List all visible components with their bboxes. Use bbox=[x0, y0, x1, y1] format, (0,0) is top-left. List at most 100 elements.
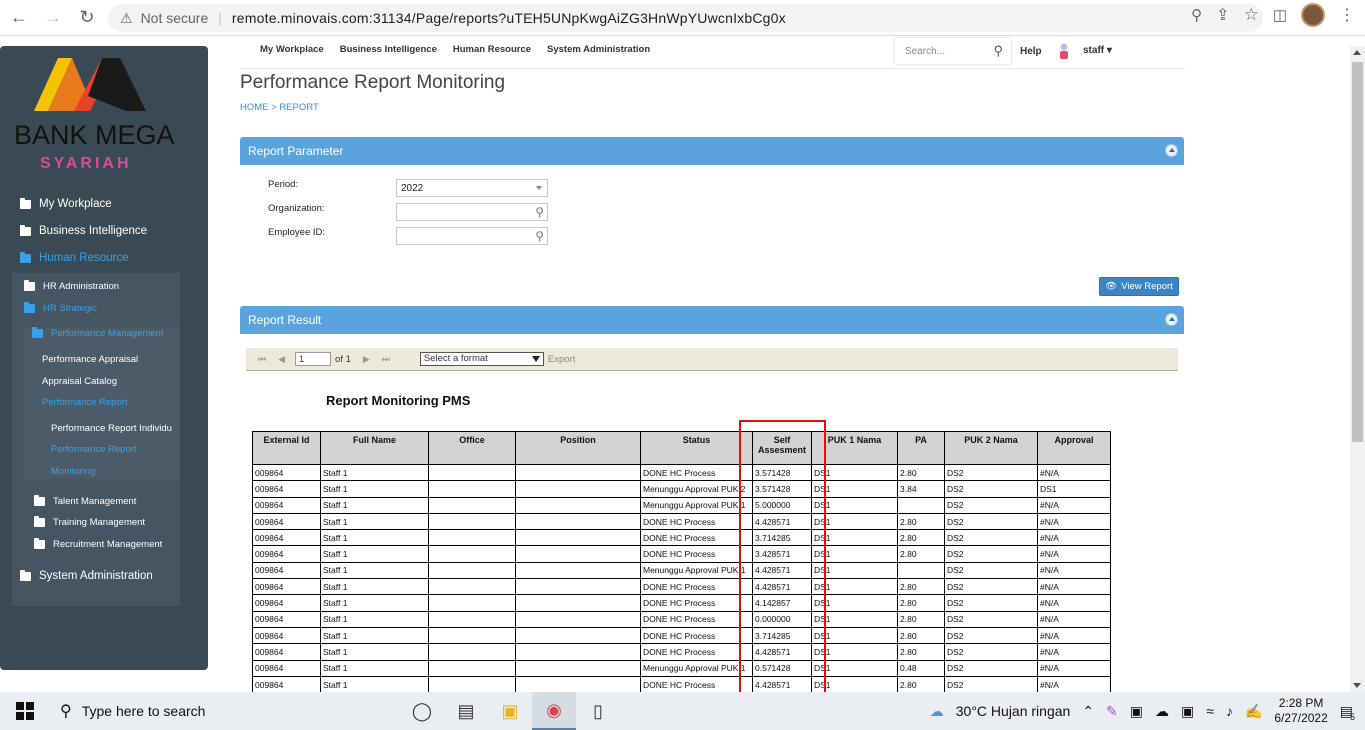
table-cell bbox=[428, 578, 516, 596]
scroll-down-icon[interactable] bbox=[1353, 683, 1361, 688]
table-row: 009864 Staff 1 Menunggu Approval PUK 1 0.57… bbox=[252, 659, 1111, 677]
forward-icon[interactable]: → bbox=[38, 3, 68, 33]
notepad-icon[interactable]: ▯ bbox=[576, 692, 620, 730]
sidebar-item-human-resource[interactable]: Human Resource bbox=[20, 251, 129, 264]
topnav-business-intelligence[interactable]: Business Intelligence bbox=[340, 44, 437, 55]
lookup-icon[interactable]: ⚲ bbox=[535, 205, 544, 219]
collapse-icon[interactable] bbox=[1165, 144, 1178, 157]
scroll-thumb[interactable] bbox=[1352, 62, 1363, 442]
sidebar-item-label: My Workplace bbox=[39, 198, 112, 210]
search-icon[interactable]: ⚲ bbox=[993, 43, 1003, 59]
next-page-icon[interactable]: ▶ bbox=[363, 354, 370, 365]
profile-avatar[interactable] bbox=[1301, 3, 1325, 27]
back-icon[interactable]: ← bbox=[4, 3, 34, 33]
report-toolbar: ⏮ ◀ 1 of 1 ▶ ⏭ Select a format Export bbox=[246, 348, 1178, 371]
organization-field[interactable]: ⚲ bbox=[396, 203, 548, 221]
topnav-system-administration[interactable]: System Administration bbox=[547, 44, 650, 55]
sidebar-item-performance-management[interactable]: Performance Management bbox=[32, 327, 163, 339]
sidebar-item-appraisal-catalog[interactable]: Appraisal Catalog bbox=[42, 376, 117, 387]
address-bar[interactable]: ⚠ Not secure | remote.minovais.com:31134… bbox=[108, 4, 1263, 32]
wifi-icon[interactable]: ≈ bbox=[1206, 703, 1214, 719]
sidebar-item-recruitment-management[interactable]: Recruitment Management bbox=[34, 538, 162, 550]
prev-page-icon[interactable]: ◀ bbox=[278, 354, 285, 365]
table-cell bbox=[897, 561, 945, 580]
zoom-icon[interactable]: ⚲ bbox=[1191, 6, 1202, 24]
side-panel-icon[interactable]: ◫ bbox=[1273, 6, 1287, 24]
breadcrumb[interactable]: HOME > REPORT bbox=[240, 102, 319, 113]
table-cell: 2.80 bbox=[897, 643, 945, 661]
table-cell: 009864 bbox=[252, 626, 321, 645]
url-text[interactable]: remote.minovais.com:31134/Page/reports?u… bbox=[232, 10, 786, 26]
table-cell: 009864 bbox=[252, 659, 321, 677]
export-link[interactable]: Export bbox=[548, 354, 575, 365]
topnav-human-resource[interactable]: Human Resource bbox=[453, 44, 531, 55]
reload-icon[interactable]: ↻ bbox=[72, 3, 102, 33]
sidebar-item-performance-appraisal[interactable]: Performance Appraisal bbox=[42, 354, 138, 365]
sidebar-item-system-administration[interactable]: System Administration bbox=[20, 569, 153, 582]
page-count: of 1 bbox=[335, 353, 351, 365]
topnav-my-workplace[interactable]: My Workplace bbox=[260, 44, 324, 55]
taskbar-search[interactable]: ⚲ Type here to search bbox=[60, 701, 400, 721]
table-cell: DONE HC Process bbox=[640, 643, 753, 661]
menu-icon[interactable]: ⋮ bbox=[1339, 5, 1355, 25]
sidebar-item-my-workplace[interactable]: My Workplace bbox=[20, 197, 112, 210]
task-view-icon[interactable]: ◯ bbox=[400, 692, 444, 730]
page-scrollbar[interactable] bbox=[1350, 46, 1365, 692]
top-navigation: My Workplace Business Intelligence Human… bbox=[260, 44, 650, 55]
sidebar-item-performance-report-individu[interactable]: Performance Report Individu bbox=[51, 423, 180, 434]
pen-settings-icon[interactable]: ✍ bbox=[1245, 703, 1262, 720]
sidebar-item-performance-report[interactable]: Performance Report bbox=[42, 397, 128, 408]
folder-icon bbox=[20, 197, 31, 209]
employee-id-field[interactable]: ⚲ bbox=[396, 227, 548, 245]
file-explorer-icon[interactable]: ▣ bbox=[488, 692, 532, 730]
notification-icon[interactable]: ▤ 5 bbox=[1340, 703, 1355, 722]
sidebar-item-hr-administration[interactable]: HR Administration bbox=[24, 280, 119, 292]
table-cell: DONE HC Process bbox=[640, 610, 753, 628]
sidebar-item-training-management[interactable]: Training Management bbox=[34, 516, 145, 528]
page-number-input[interactable]: 1 bbox=[295, 352, 332, 366]
sidebar-item-talent-management[interactable]: Talent Management bbox=[34, 495, 136, 507]
camera-icon[interactable]: ▣ bbox=[1181, 703, 1194, 720]
weather-text[interactable]: 30°C Hujan ringan bbox=[956, 703, 1071, 719]
star-icon[interactable]: ☆ bbox=[1244, 5, 1259, 25]
windows-start-icon[interactable] bbox=[16, 702, 34, 720]
first-page-icon[interactable]: ⏮ bbox=[258, 354, 266, 365]
folder-icon bbox=[34, 538, 45, 549]
view-report-button[interactable]: 👁 View Report bbox=[1099, 277, 1179, 296]
scroll-up-icon[interactable] bbox=[1353, 50, 1361, 55]
user-menu[interactable]: staff ▾ bbox=[1083, 45, 1112, 56]
period-select[interactable]: 2022 bbox=[396, 179, 548, 197]
export-format-select[interactable]: Select a format bbox=[419, 352, 544, 366]
sidebar-item-performance-report-sub[interactable]: Performance Report bbox=[51, 444, 137, 455]
table-row: 009864 Staff 1 DONE HC Process 4.142857 DS1 2… bbox=[252, 594, 1111, 612]
search-icon: ⚲ bbox=[60, 703, 72, 720]
cloud-icon[interactable]: ☁ bbox=[1155, 703, 1169, 720]
sidebar-item-hr-strategic[interactable]: HR Strategic bbox=[24, 302, 97, 314]
sidebar-item-monitoring[interactable]: Monitoring bbox=[51, 466, 95, 477]
column-header: Full Name bbox=[320, 431, 429, 465]
widgets-icon[interactable]: ▤ bbox=[444, 692, 488, 730]
table-cell: DS2 bbox=[944, 480, 1038, 498]
chevron-down-icon bbox=[531, 356, 540, 362]
search-input[interactable]: Search... ⚲ bbox=[894, 37, 1012, 65]
battery-icon[interactable]: ▣ bbox=[1130, 703, 1143, 720]
sidebar-item-business-intelligence[interactable]: Business Intelligence bbox=[20, 224, 147, 237]
chevron-up-icon[interactable]: ⌃ bbox=[1082, 703, 1094, 720]
table-cell: Staff 1 bbox=[320, 512, 429, 531]
clock[interactable]: 2:28 PM 6/27/2022 bbox=[1274, 696, 1327, 726]
table-cell: Staff 1 bbox=[320, 626, 429, 645]
lookup-icon[interactable]: ⚲ bbox=[535, 229, 544, 243]
pen-icon[interactable]: ✎ bbox=[1106, 703, 1118, 720]
chrome-icon[interactable]: ◉ bbox=[532, 692, 576, 730]
clock-date: 6/27/2022 bbox=[1274, 711, 1328, 725]
collapse-icon[interactable] bbox=[1165, 313, 1178, 326]
share-icon[interactable]: ⇪ bbox=[1216, 5, 1229, 25]
help-link[interactable]: Help bbox=[1020, 46, 1042, 57]
sidebar-item-label: Human Resource bbox=[39, 252, 129, 264]
volume-icon[interactable]: ♪ bbox=[1226, 703, 1233, 719]
table-cell: Staff 1 bbox=[320, 561, 429, 580]
table-cell bbox=[428, 626, 516, 645]
table-cell: Staff 1 bbox=[320, 659, 429, 677]
table-cell bbox=[428, 463, 516, 482]
last-page-icon[interactable]: ⏭ bbox=[382, 354, 390, 365]
